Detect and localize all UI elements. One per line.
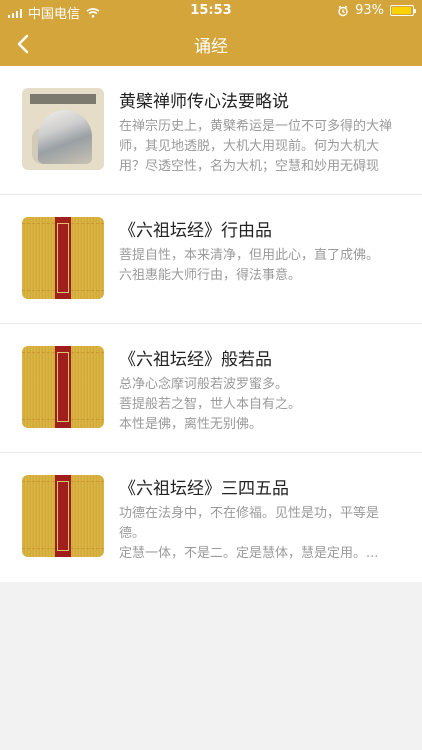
list-item-content: 《六祖坛经》行由品 菩提自性，本来清净，但用此心，直了成佛。 六祖惠能大师行由，… [119,220,404,286]
list-item[interactable]: 黄檗禅师传心法要略说 在禅宗历史上，黄檗希运是一位不可多得的大禅师，其见地透脱，… [0,66,422,195]
battery-percent: 93% [355,3,384,18]
navigation-bar: 诵经 [0,22,422,66]
list-item-content: 《六祖坛经》三四五品 功德在法身中，不在修福。见性是功，平等是德。 定慧一体，不… [119,478,404,564]
list-item-description: 总净心念摩诃般若波罗蜜多。 菩提般若之智，世人本自有之。 本性是佛，离性无别佛。 [119,377,302,432]
book-cover-image [22,475,104,557]
list-item[interactable]: 《六祖坛经》般若品 总净心念摩诃般若波罗蜜多。 菩提般若之智，世人本自有之。 本… [0,324,422,453]
top-bar: 中国电信 15:53 93% 诵经 [0,0,422,66]
book-cover-image [22,88,104,170]
list-item-content: 《六祖坛经》般若品 总净心念摩诃般若波罗蜜多。 菩提般若之智，世人本自有之。 本… [119,349,404,435]
list-item-description: 功德在法身中，不在修福。见性是功，平等是德。 定慧一体，不是二。定是慧体，慧是定… [119,506,380,561]
alarm-icon [338,5,348,16]
status-right: 93% [337,3,416,18]
list-item-title: 《六祖坛经》般若品 [119,350,272,370]
book-cover-image [22,346,104,428]
list-item-content: 黄檗禅师传心法要略说 在禅宗历史上，黄檗希运是一位不可多得的大禅师，其见地透脱，… [119,91,404,177]
list-item-description: 菩提自性，本来清净，但用此心，直了成佛。 六祖惠能大师行由，得法事意。 [119,248,380,283]
list-item-description: 在禅宗历史上，黄檗希运是一位不可多得的大禅师，其见地透脱，大机大用现前。何为大机… [119,119,393,174]
status-bar: 中国电信 15:53 93% [0,0,422,22]
battery-icon [390,5,416,16]
list-item-title: 黄檗禅师传心法要略说 [119,92,289,112]
list-item-title: 《六祖坛经》三四五品 [119,479,289,499]
page-title: 诵经 [194,37,228,57]
list-item-title: 《六祖坛经》行由品 [119,221,272,241]
list-item[interactable]: 《六祖坛经》三四五品 功德在法身中，不在修福。见性是功，平等是德。 定慧一体，不… [0,453,422,582]
list-item[interactable]: 《六祖坛经》行由品 菩提自性，本来清净，但用此心，直了成佛。 六祖惠能大师行由，… [0,195,422,324]
sutra-list: 黄檗禅师传心法要略说 在禅宗历史上，黄檗希运是一位不可多得的大禅师，其见地透脱，… [0,66,422,582]
battery-level [392,7,411,14]
book-cover-image [22,217,104,299]
